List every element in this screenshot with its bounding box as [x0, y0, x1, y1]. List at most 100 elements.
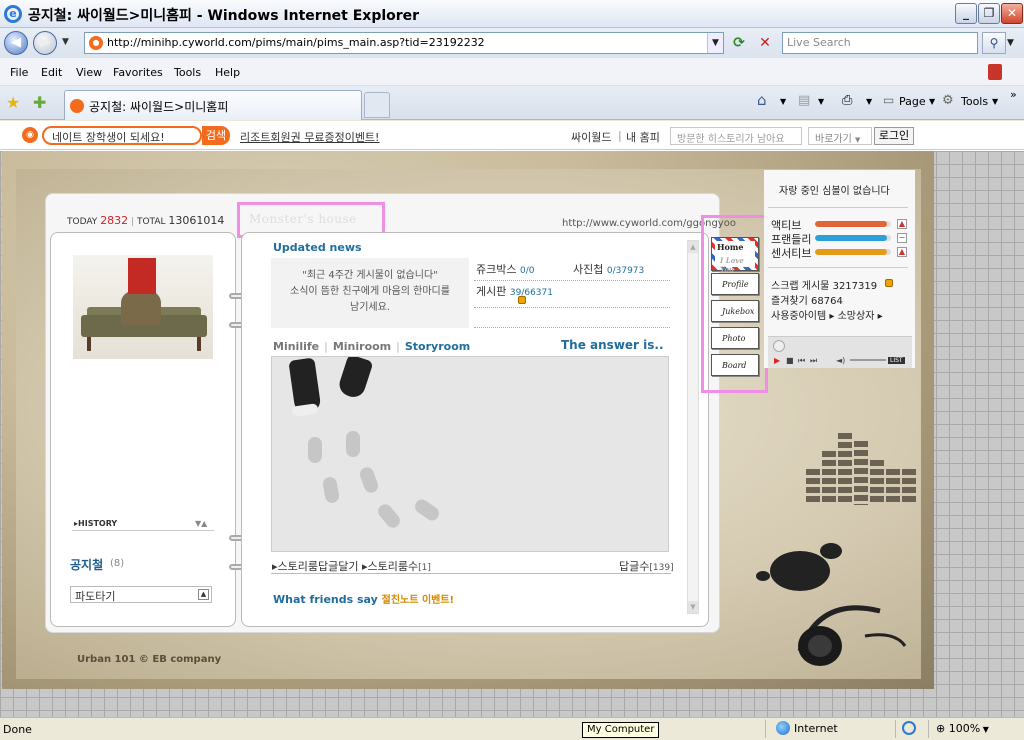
menu-tab-profile[interactable]: Profile: [711, 273, 759, 295]
stop-music-icon[interactable]: ■: [786, 356, 794, 365]
pdf-icon[interactable]: [988, 64, 1002, 80]
tab-storyroom[interactable]: Storyroom: [405, 340, 470, 353]
story-reply-link[interactable]: ▸스토리룸답글달기: [272, 560, 359, 573]
shortcut-select[interactable]: 바로가기 ▼: [808, 127, 872, 145]
menu-tools[interactable]: Tools: [174, 66, 201, 79]
board-stat[interactable]: 게시판 39/66371: [476, 283, 553, 299]
jukebox-stat[interactable]: 쥬크박스 0/0: [476, 261, 534, 277]
previous-icon[interactable]: ⏮: [798, 356, 805, 366]
search-icon[interactable]: ⚲: [982, 32, 1006, 54]
next-icon[interactable]: ⏭: [810, 356, 817, 366]
menu-file[interactable]: File: [10, 66, 28, 79]
minimize-button[interactable]: _: [955, 3, 977, 24]
tools-menu[interactable]: Tools: [961, 95, 988, 108]
zoom-level[interactable]: ⊕ 100% ▼: [936, 722, 989, 735]
playlist-button[interactable]: LIST: [888, 357, 905, 364]
protected-mode-icon[interactable]: [902, 721, 916, 735]
restore-button[interactable]: ❐: [978, 3, 1000, 24]
login-button[interactable]: 로그인: [874, 127, 914, 145]
menu-tab-board[interactable]: Board: [711, 354, 759, 376]
home-icon[interactable]: ⌂: [757, 91, 767, 109]
tab-miniroom[interactable]: Miniroom: [333, 340, 391, 353]
add-favorites-icon[interactable]: ✚: [33, 93, 46, 112]
sensitive-meter: [815, 249, 891, 255]
page-viewport: ◉ 네이트 장학생이 되세요! 검색 리조트회원권 무료증정이벤트! 싸이월드 …: [0, 121, 1024, 717]
active-up-icon[interactable]: ▲: [897, 219, 907, 229]
refresh-icon[interactable]: ⟳: [728, 32, 750, 54]
volume-icon[interactable]: ◄): [836, 356, 845, 365]
owner-count: (8): [110, 558, 125, 569]
scrap-count[interactable]: 스크랩 게시물 3217319: [771, 277, 877, 292]
volume-slider[interactable]: [850, 359, 886, 361]
feeds-icon[interactable]: ▤: [798, 93, 810, 108]
new-tab-button[interactable]: [364, 92, 390, 118]
back-button[interactable]: ◀: [4, 31, 28, 55]
play-icon[interactable]: ▶: [774, 356, 780, 365]
search-options-dropdown-icon[interactable]: ▼: [1007, 38, 1014, 48]
nate-search-button[interactable]: 검색: [202, 126, 230, 145]
cyworld-link[interactable]: 싸이월드: [571, 129, 611, 145]
updated-news-title: Updated news: [273, 241, 362, 254]
friendly-minus-icon[interactable]: −: [897, 233, 907, 243]
favorites-star-icon[interactable]: ★: [6, 93, 20, 112]
history-link[interactable]: ▸HISTORY: [74, 519, 117, 528]
tab-cyworld[interactable]: 공지철: 싸이월드>미니홈피: [64, 90, 362, 120]
address-field[interactable]: ● http://minihp.cyworld.com/pims/main/pi…: [84, 32, 724, 54]
today-label: TODAY: [67, 217, 98, 227]
sensitive-up-icon[interactable]: ▲: [897, 247, 907, 257]
print-icon[interactable]: ⎙: [842, 93, 852, 108]
address-dropdown-icon[interactable]: ▼: [707, 33, 723, 53]
wave-label: 파도타기: [75, 590, 116, 603]
items-in-use[interactable]: 사용중아이템 ▸ 소망상자 ▸: [771, 307, 883, 322]
story-count-link[interactable]: ▸스토리룸수[1]: [362, 560, 431, 573]
nate-logo-icon[interactable]: ◉: [22, 127, 38, 143]
visitor-counter: TODAY 2832 | TOTAL 13061014: [67, 214, 225, 227]
print-dropdown-icon[interactable]: ▼: [866, 97, 872, 106]
menu-edit[interactable]: Edit: [41, 66, 62, 79]
main-scrollbar[interactable]: ▲ ▼: [687, 240, 699, 614]
today-count: 2832: [100, 214, 129, 227]
scroll-up-icon[interactable]: ▲: [688, 241, 698, 253]
history-toggle-icon[interactable]: ▼▲: [195, 519, 207, 528]
promo-link[interactable]: 리조트회원권 무료증정이벤트!: [240, 129, 379, 145]
menu-view[interactable]: View: [76, 66, 102, 79]
music-player: ▶ ■ ⏮ ⏭ ◄) LIST: [768, 336, 912, 368]
owner-name[interactable]: 공지철: [70, 556, 103, 573]
headphones-decoration: [797, 605, 907, 666]
menu-tab-jukebox[interactable]: Jukebox: [711, 300, 759, 322]
storyroom-image: [271, 356, 669, 552]
menu-tab-photo[interactable]: Photo: [711, 327, 759, 349]
favorites-count[interactable]: 즐겨찾기 68764: [771, 292, 843, 307]
photo-stat[interactable]: 사진첩 0/37973: [573, 261, 644, 277]
page-menu[interactable]: Page: [899, 95, 926, 108]
status-text: Done: [3, 723, 32, 736]
menu-favorites[interactable]: Favorites: [113, 66, 163, 79]
chevron-more-icon[interactable]: »: [1010, 88, 1017, 101]
wave-expand-icon[interactable]: ▲: [198, 589, 209, 600]
scroll-down-icon[interactable]: ▼: [688, 601, 698, 613]
nate-search-input[interactable]: 네이트 장학생이 되세요!: [42, 126, 202, 145]
menu-tab-home[interactable]: Home I Love You: [711, 237, 759, 274]
security-zone[interactable]: Internet: [794, 722, 838, 735]
visit-history-select[interactable]: 방문한 히스토리가 남아요: [670, 127, 802, 145]
forward-button[interactable]: ▶: [33, 31, 57, 55]
search-input[interactable]: Live Search: [782, 32, 978, 54]
feeds-dropdown-icon[interactable]: ▼: [818, 97, 824, 106]
tools-dropdown-icon[interactable]: ▼: [992, 97, 998, 106]
my-home-link[interactable]: 내 홈피: [626, 129, 660, 145]
friends-event-link[interactable]: 절친노트 이벤트!: [382, 595, 454, 606]
answer-title: The answer is..: [561, 338, 664, 352]
shortcut-dropdown-icon: ▼: [855, 136, 861, 144]
tab-minilife[interactable]: Minilife: [273, 340, 319, 353]
recent-pages-dropdown-icon[interactable]: ▼: [62, 37, 69, 47]
home-dropdown-icon[interactable]: ▼: [780, 97, 786, 106]
wave-select[interactable]: 파도타기 ▲: [70, 586, 212, 603]
home-title: Monster's house: [249, 212, 357, 226]
gear-icon: ⚙: [942, 93, 954, 108]
menu-help[interactable]: Help: [215, 66, 240, 79]
friends-say-section: What friends say 절친노트 이벤트!: [273, 591, 454, 606]
page-dropdown-icon[interactable]: ▼: [929, 97, 935, 106]
ie-logo-icon: e: [4, 5, 22, 23]
close-button[interactable]: ✕: [1001, 3, 1023, 24]
stop-icon[interactable]: ✕: [754, 32, 776, 54]
